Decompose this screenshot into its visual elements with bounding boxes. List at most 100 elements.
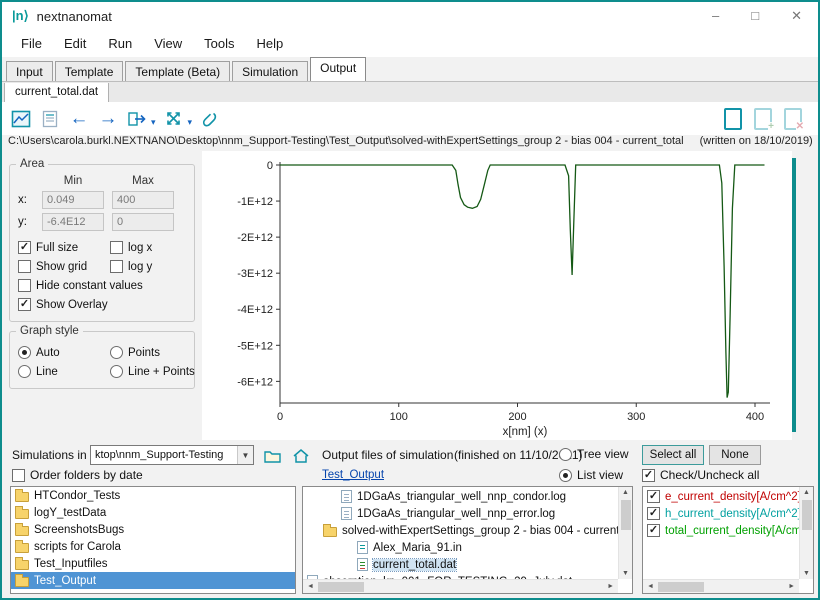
select-all-button[interactable]: Select all (642, 445, 704, 465)
tab-template[interactable]: Template (55, 61, 124, 81)
menu-tools[interactable]: Tools (193, 32, 245, 55)
line-label: Line (36, 366, 58, 378)
document-tab-current-total[interactable]: current_total.dat (4, 83, 109, 103)
line-radio[interactable] (18, 365, 31, 378)
duplicate-view-button[interactable] (720, 106, 746, 132)
home-button[interactable] (288, 443, 314, 469)
simulations-folder-select[interactable]: ktop\nnm_Support-Testing ▼ (90, 445, 254, 465)
points-radio[interactable] (110, 346, 123, 359)
scroll-left-button[interactable]: ◄ (305, 581, 316, 592)
scroll-thumb[interactable] (802, 500, 812, 530)
auto-radio[interactable] (18, 346, 31, 359)
tab-template-beta[interactable]: Template (Beta) (125, 61, 230, 81)
scroll-down-button[interactable]: ▼ (801, 568, 812, 579)
browse-folder-button[interactable] (260, 443, 286, 469)
folder-item[interactable]: HTCondor_Tests (11, 487, 295, 504)
fit-to-window-button[interactable] (161, 106, 187, 132)
graph-style-title: Graph style (16, 325, 83, 337)
menu-help[interactable]: Help (246, 32, 295, 55)
series-item-e-current[interactable]: e_current_density[A/cm^2] (643, 488, 799, 505)
tree-item-log[interactable]: 1DGaAs_triangular_well_nnp_condor.log (303, 488, 618, 505)
maximize-button[interactable]: □ (751, 8, 759, 24)
menu-view[interactable]: View (143, 32, 193, 55)
x-max-input[interactable] (112, 191, 174, 209)
graph-view-button[interactable] (8, 106, 34, 132)
folder-item[interactable]: Test_Inputfiles (11, 555, 295, 572)
tab-output[interactable]: Output (310, 57, 366, 81)
text-view-button[interactable] (37, 106, 63, 132)
output-chart: 0-1E+12-2E+12-3E+12-4E+12-5E+12-6E+12010… (202, 151, 787, 440)
folder-item[interactable]: scripts for Carola (11, 538, 295, 555)
log-x-checkbox[interactable] (110, 241, 123, 254)
show-overlay-checkbox[interactable] (18, 298, 31, 311)
open-folder-icon (263, 448, 283, 464)
add-page-icon: + (754, 108, 772, 130)
folder-item[interactable]: ScreenshotsBugs (11, 521, 295, 538)
y-axis-label: y: (18, 216, 34, 228)
tree-item-folder[interactable]: solved-withExpertSettings_group 2 - bias… (303, 522, 618, 539)
x-min-input[interactable] (42, 191, 104, 209)
horizontal-scrollbar[interactable]: ◄► (643, 579, 799, 593)
scroll-right-button[interactable]: ► (605, 581, 616, 592)
scroll-left-button[interactable]: ◄ (645, 581, 656, 592)
folder-item-selected[interactable]: Test_Output (11, 572, 295, 589)
order-folders-checkbox[interactable] (12, 469, 25, 482)
back-button[interactable]: ← (66, 106, 92, 132)
scroll-down-button[interactable]: ▼ (620, 568, 631, 579)
export-button[interactable] (124, 106, 150, 132)
list-view-radio[interactable] (559, 469, 572, 482)
menu-file[interactable]: File (10, 32, 53, 55)
series-checkbox[interactable] (647, 524, 660, 537)
log-file-icon (341, 507, 352, 520)
area-title: Area (16, 158, 48, 170)
tree-view-radio[interactable] (559, 448, 572, 461)
scroll-thumb[interactable] (318, 582, 364, 592)
combo-dropdown-caret[interactable]: ▼ (237, 446, 253, 464)
folder-icon (15, 509, 29, 519)
scroll-right-button[interactable]: ► (786, 581, 797, 592)
hide-constant-values-checkbox[interactable] (18, 279, 31, 292)
full-size-checkbox[interactable] (18, 241, 31, 254)
test-output-link[interactable]: Test_Output (322, 469, 384, 481)
tree-item-log[interactable]: 1DGaAs_triangular_well_nnp_error.log (303, 505, 618, 522)
series-checkbox[interactable] (647, 507, 660, 520)
folder-item[interactable]: logY_testData (11, 504, 295, 521)
line-points-radio[interactable] (110, 365, 123, 378)
chart-canvas[interactable]: 0-1E+12-2E+12-3E+12-4E+12-5E+12-6E+12010… (202, 151, 792, 440)
vertical-scrollbar[interactable]: ▲▼ (618, 487, 632, 579)
main-tab-strip: Input Template Template (Beta) Simulatio… (2, 57, 818, 81)
menu-run[interactable]: Run (97, 32, 143, 55)
tab-input[interactable]: Input (6, 61, 53, 81)
none-button[interactable]: None (709, 445, 761, 465)
show-overlay-label: Show Overlay (36, 299, 108, 311)
scroll-thumb[interactable] (621, 500, 631, 530)
series-item-total-current[interactable]: total_current_density[A/cm^2] (643, 522, 799, 539)
menu-edit[interactable]: Edit (53, 32, 97, 55)
export-dropdown-caret[interactable]: ▾ (151, 117, 156, 128)
scroll-up-button[interactable]: ▲ (620, 487, 631, 498)
series-checkbox[interactable] (647, 490, 660, 503)
fit-dropdown-caret[interactable]: ▾ (188, 117, 193, 128)
check-uncheck-all-checkbox[interactable] (642, 469, 655, 482)
log-y-checkbox[interactable] (110, 260, 123, 273)
splitter-handle[interactable] (792, 158, 796, 432)
tree-item-input-file[interactable]: Alex_Maria_91.in (303, 539, 618, 556)
vertical-scrollbar[interactable]: ▲▼ (799, 487, 813, 579)
scroll-up-button[interactable]: ▲ (801, 487, 812, 498)
minimize-button[interactable]: – (712, 8, 719, 24)
log-y-label: log y (128, 261, 152, 273)
scroll-thumb[interactable] (658, 582, 704, 592)
folder-icon (15, 560, 29, 570)
attach-overlay-button[interactable] (197, 106, 223, 132)
tab-simulation[interactable]: Simulation (232, 61, 308, 81)
y-min-input[interactable] (42, 213, 104, 231)
close-button[interactable]: ✕ (791, 8, 802, 24)
show-grid-checkbox[interactable] (18, 260, 31, 273)
new-page-icon (724, 108, 742, 130)
tree-item-selected-dat[interactable]: current_total.dat (303, 556, 618, 573)
horizontal-scrollbar[interactable]: ◄► (303, 579, 618, 593)
forward-button[interactable]: → (95, 106, 121, 132)
series-item-h-current[interactable]: h_current_density[A/cm^2] (643, 505, 799, 522)
y-max-input[interactable] (112, 213, 174, 231)
expand-arrows-icon (164, 109, 183, 128)
